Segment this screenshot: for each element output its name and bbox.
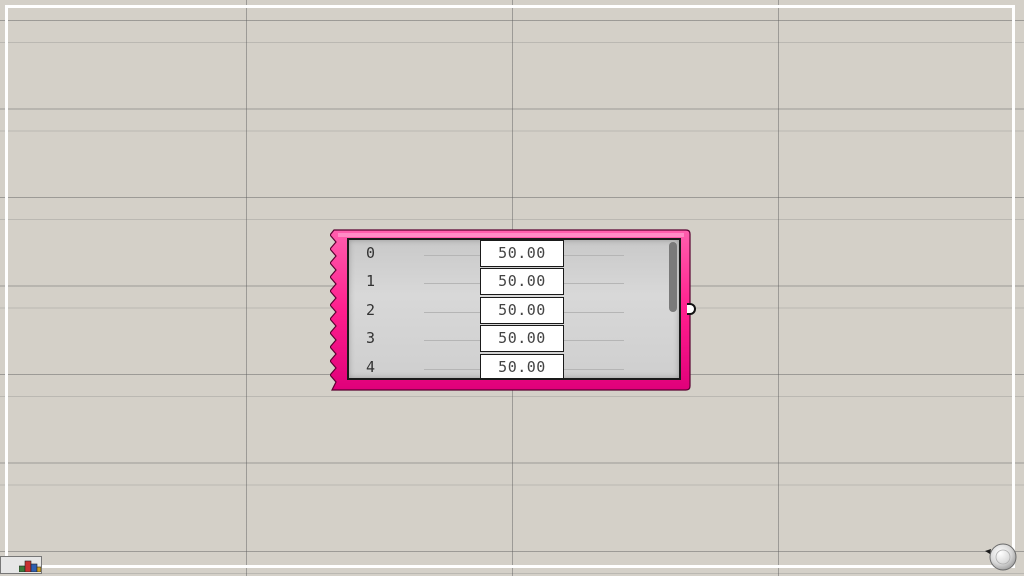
row-guide <box>424 283 480 285</box>
list-row: 1 50.00 <box>349 268 679 296</box>
row-guide <box>564 368 624 370</box>
row-index: 1 <box>366 272 376 291</box>
list-row: 2 50.00 <box>349 296 679 325</box>
row-guide <box>424 368 480 370</box>
navigation-compass-icon[interactable] <box>984 540 1018 574</box>
row-guide <box>424 311 480 313</box>
row-value[interactable]: 50.00 <box>480 325 564 353</box>
row-value[interactable]: 50.00 <box>480 353 564 378</box>
row-value[interactable]: 50.00 <box>480 296 564 324</box>
row-value[interactable]: 50.00 <box>480 268 564 296</box>
list-row: 4 50.00 <box>349 353 679 378</box>
row-value[interactable]: 50.00 <box>480 240 564 267</box>
row-index: 4 <box>366 357 376 376</box>
row-guide <box>564 340 624 342</box>
row-guide <box>424 255 480 256</box>
row-index: 2 <box>366 300 376 319</box>
row-guide <box>564 311 624 313</box>
row-guide <box>564 283 624 285</box>
list-row: 0 50.00 <box>349 240 679 268</box>
row-guide <box>564 255 624 256</box>
panel-list-window[interactable]: 0 50.00 1 50.00 2 50.00 3 50.00 4 50.00 <box>347 238 681 380</box>
row-index: 3 <box>366 329 376 348</box>
list-row: 3 50.00 <box>349 325 679 353</box>
panel-scrollbar[interactable] <box>669 242 677 312</box>
component-stack-icon[interactable] <box>19 559 41 572</box>
component-highlight <box>338 233 684 237</box>
mini-toolbar[interactable] <box>0 556 42 574</box>
number-panel-component[interactable]: 0 50.00 1 50.00 2 50.00 3 50.00 4 50.00 <box>330 228 696 392</box>
row-guide <box>424 340 480 342</box>
row-index: 0 <box>366 244 376 262</box>
